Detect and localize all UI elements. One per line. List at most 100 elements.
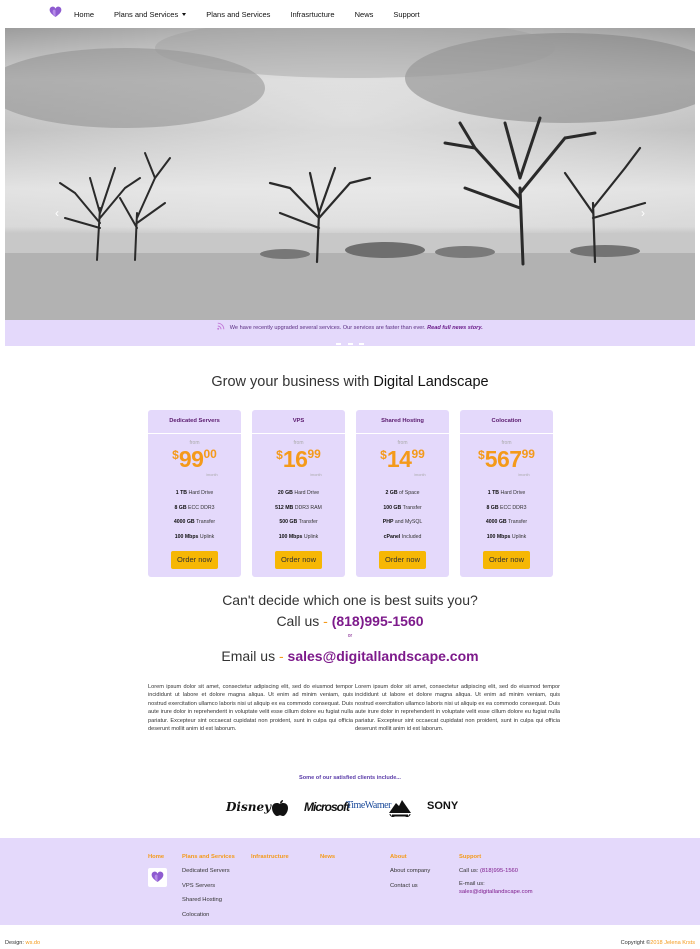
design-credit: Design: ws.do <box>5 940 41 946</box>
plan-card-vps: VPS from $1699 /month 20 GB Hard Drive 5… <box>252 410 345 577</box>
footer-infrastructure-heading[interactable]: Infrastructure <box>251 854 289 860</box>
news-message: We have recently upgraded several servic… <box>229 325 426 331</box>
carousel-dot[interactable] <box>336 343 342 345</box>
plan-feature: 100 Mbps Uplink <box>486 533 527 540</box>
paramount-logo-icon <box>389 800 411 817</box>
page-headline: Grow your business with Digital Landscap… <box>0 374 700 390</box>
bottom-bar: Design: ws.do Copyright ©2018 Jelena Krs… <box>0 925 700 949</box>
client-logos: Disney Microsoft TimeWarner SONY <box>224 797 464 819</box>
plan-card-dedicated: Dedicated Servers from $9900 /month 1 TB… <box>148 410 241 577</box>
plan-title: Shared Hosting <box>381 418 424 424</box>
microsoft-logo: Microsoft <box>304 800 350 814</box>
plan-period: /month <box>518 473 530 477</box>
plan-feature: 100 GB Transfer <box>383 504 422 511</box>
plan-feature: 2 GB of Space <box>385 490 420 496</box>
rss-icon <box>217 322 225 330</box>
headline-prefix: Grow your business with <box>211 374 370 390</box>
footer-link-shared[interactable]: Shared Hosting <box>182 897 235 912</box>
news-bar: We have recently upgraded several servic… <box>5 320 695 346</box>
plan-feature: 8 GB ECC DDR3 <box>174 504 215 511</box>
nav-home[interactable]: Home <box>64 0 104 28</box>
plan-price: $56799 <box>478 446 535 472</box>
plan-title: Dedicated Servers <box>169 418 220 424</box>
order-now-button[interactable]: Order now <box>275 551 322 569</box>
plan-title: VPS <box>292 418 305 424</box>
email-label: Email us <box>221 648 276 664</box>
plan-feature: 4000 GB Transfer <box>173 519 216 525</box>
footer-link-contact[interactable]: Contact us <box>390 883 430 898</box>
plan-features: 1 TB Hard Drive 8 GB ECC DDR3 4000 GB Tr… <box>460 486 553 544</box>
apple-logo-icon <box>272 800 288 816</box>
lorem-text-left: Lorem ipsum dolor sit amet, consectetur … <box>148 684 353 733</box>
footer-about-heading[interactable]: About <box>390 854 430 860</box>
design-credit-link[interactable]: ws.do <box>26 940 41 946</box>
order-now-button[interactable]: Order now <box>379 551 426 569</box>
footer-email-link[interactable]: sales@digitallandscape.com <box>459 889 533 895</box>
carousel-indicators <box>5 335 695 353</box>
footer-link-about-company[interactable]: About company <box>390 868 430 883</box>
plan-feature: PHP and MySQL <box>382 519 423 525</box>
plan-feature: 100 Mbps Uplink <box>278 533 319 540</box>
footer-col-support: Support Call us: (818)995-1560 E-mail us… <box>459 854 533 895</box>
phone-link[interactable]: (818)995-1560 <box>332 613 424 629</box>
heart-logo-icon[interactable] <box>49 6 62 19</box>
contact-phone-line: Call us - (818)995-1560 <box>0 613 700 629</box>
hero-carousel: ‹ › <box>5 28 695 320</box>
sony-logo: SONY <box>427 800 459 812</box>
footer-plans-heading[interactable]: Plans and Services <box>182 854 235 860</box>
plan-period: /month <box>414 473 426 477</box>
nav-support[interactable]: Support <box>383 0 429 28</box>
footer-home-link[interactable]: Home <box>148 854 167 860</box>
chevron-left-icon[interactable]: ‹ <box>55 206 59 220</box>
footer-phone-link[interactable]: (818)995-1560 <box>480 868 518 874</box>
carousel-dot[interactable] <box>358 343 364 345</box>
divider <box>356 433 449 434</box>
footer: Home Plans and Services Dedicated Server… <box>0 838 700 925</box>
footer-link-vps[interactable]: VPS Servers <box>182 883 235 898</box>
pricing-plans: Dedicated Servers from $9900 /month 1 TB… <box>148 410 553 577</box>
nav-infrastructure[interactable]: Infrasrtucture <box>280 0 344 28</box>
nav-news[interactable]: News <box>345 0 384 28</box>
plan-card-colocation: Colocation from $56799 /month 1 TB Hard … <box>460 410 553 577</box>
carousel-dot[interactable] <box>347 343 353 345</box>
plan-period: /month <box>310 473 322 477</box>
plan-features: 20 GB Hard Drive 512 MB DDR3 RAM 500 GB … <box>252 486 345 544</box>
plan-feature: cPanel Included <box>383 533 422 540</box>
footer-news-heading[interactable]: News <box>320 854 335 860</box>
plan-price: $9900 <box>172 446 217 472</box>
nav-plans[interactable]: Plans and Services <box>196 0 280 28</box>
email-link[interactable]: sales@digitallandscape.com <box>288 648 479 664</box>
footer-col-infrastructure: Infrastructure <box>251 854 289 868</box>
contact-email-line: Email us - sales@digitallandscape.com <box>0 648 700 664</box>
lorem-text-right: Lorem ipsum dolor sit amet, consectetur … <box>355 684 560 733</box>
plan-feature: 8 GB ECC DDR3 <box>486 504 527 511</box>
divider <box>148 433 241 434</box>
chevron-right-icon[interactable]: › <box>641 206 645 220</box>
footer-phone: Call us: (818)995-1560 <box>459 868 518 874</box>
dash: - <box>278 648 284 664</box>
plan-feature: 100 Mbps Uplink <box>174 533 215 540</box>
plan-feature: 512 MB DDR3 RAM <box>275 504 322 511</box>
plan-card-shared: Shared Hosting from $1499 /month 2 GB of… <box>356 410 449 577</box>
footer-support-heading[interactable]: Support <box>459 854 533 860</box>
plan-feature: 500 GB Transfer <box>279 519 318 525</box>
footer-email-label: E-mail us: <box>459 881 485 887</box>
caret-down-icon <box>182 12 187 16</box>
copyright-link[interactable]: 2018 Jelena Krsts <box>650 940 695 946</box>
plan-period: /month <box>206 473 218 477</box>
heart-logo-icon <box>151 871 164 883</box>
news-link[interactable]: Read full news story. <box>427 325 483 331</box>
plan-features: 1 TB Hard Drive 8 GB ECC DDR3 4000 GB Tr… <box>148 486 241 544</box>
nav-plans-dropdown[interactable]: Plans and Services <box>104 0 196 28</box>
top-navbar: Home Plans and Services Plans and Servic… <box>0 0 700 28</box>
dash: - <box>323 613 328 629</box>
disney-logo: Disney <box>226 800 272 814</box>
hero-image <box>5 28 695 320</box>
footer-link-dedicated[interactable]: Dedicated Servers <box>182 868 235 883</box>
order-now-button[interactable]: Order now <box>171 551 218 569</box>
order-now-button[interactable]: Order now <box>483 551 530 569</box>
footer-logo[interactable] <box>148 868 167 887</box>
clients-title: Some of our satisfied clients include... <box>299 775 401 781</box>
footer-link-colocation[interactable]: Colocation <box>182 912 235 927</box>
nav-menu: Home Plans and Services Plans and Servic… <box>64 0 430 28</box>
